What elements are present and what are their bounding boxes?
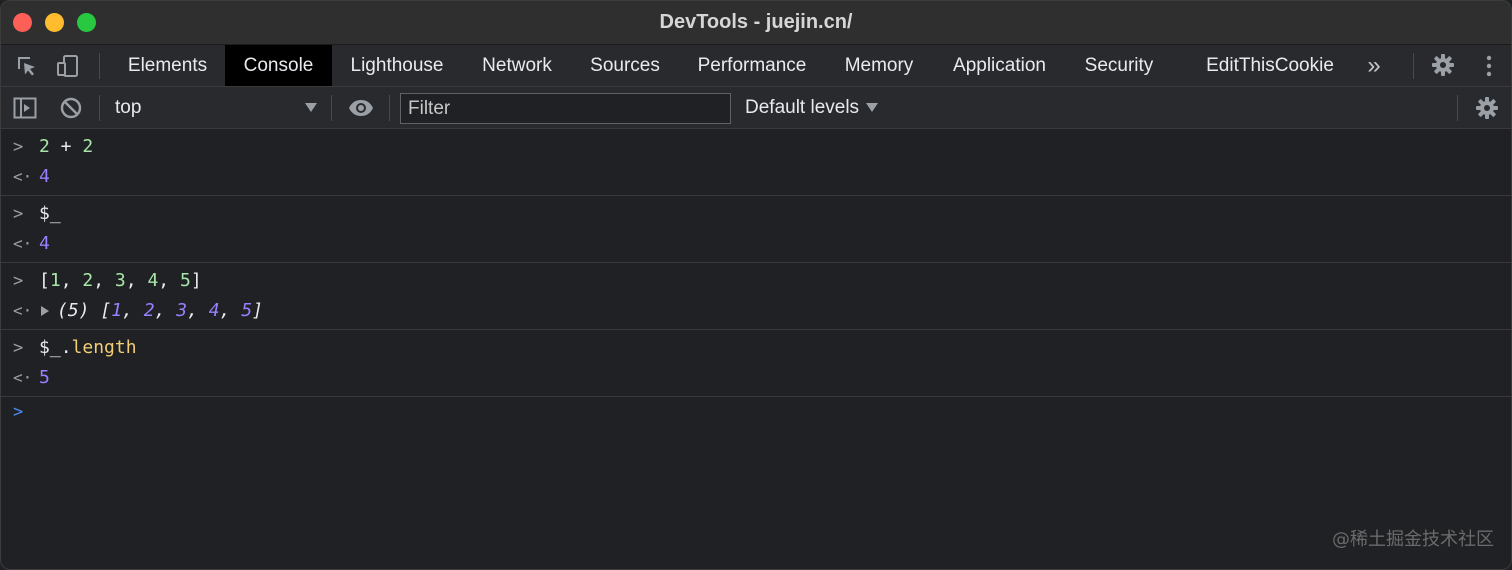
console-settings-gear-icon[interactable]: [1475, 96, 1499, 120]
input-chevron-icon: >: [13, 271, 24, 291]
console-result-line: <· (5) [1, 2, 3, 4, 5]: [1, 296, 1511, 326]
input-chevron-icon: >: [13, 137, 24, 157]
console-entry: > [1, 2, 3, 4, 5] <· (5) [1, 2, 3, 4, 5]: [1, 263, 1511, 330]
sidebar-toggle-icon[interactable]: [13, 96, 37, 120]
tab-lighthouse[interactable]: Lighthouse: [335, 45, 459, 86]
console-input-line[interactable]: > $_: [1, 199, 1511, 229]
result-arrow-icon: <·: [13, 167, 33, 186]
log-levels-label: Default levels: [745, 97, 860, 118]
console-result-line: <· 5: [1, 363, 1511, 393]
toolbar-separator: [1457, 95, 1458, 121]
device-toolbar-icon[interactable]: [56, 54, 80, 78]
prompt-chevron-icon: >: [13, 402, 24, 422]
watermark: @稀土掘金技术社区: [1332, 529, 1494, 550]
console-result-value: 5: [39, 367, 50, 388]
tab-sources[interactable]: Sources: [576, 45, 674, 86]
console-input-code: 2 + 2: [39, 136, 94, 157]
console-entry: > $_.length <· 5: [1, 330, 1511, 397]
live-expression-eye-icon[interactable]: [348, 96, 374, 120]
tab-editthiscookie[interactable]: EditThisCookie: [1193, 45, 1347, 86]
log-levels-dropdown[interactable]: Default levels: [745, 87, 859, 128]
console-result-line: <· 4: [1, 229, 1511, 259]
devtools-window: DevTools - juejin.cn/ Elements Console L…: [0, 0, 1512, 570]
console-entry: > 2 + 2 <· 4: [1, 129, 1511, 196]
tab-elements[interactable]: Elements: [111, 45, 224, 86]
console-input-code: [1, 2, 3, 4, 5]: [39, 270, 202, 291]
inspect-element-icon[interactable]: [15, 54, 39, 78]
tab-network[interactable]: Network: [463, 45, 571, 86]
toolbar-separator: [331, 95, 332, 121]
console-entry: > $_ <· 4: [1, 196, 1511, 263]
expand-triangle-icon[interactable]: [41, 306, 49, 316]
console-result-value: 4: [39, 166, 50, 187]
console-toolbar: top Default levels: [1, 87, 1511, 129]
console-prompt[interactable]: >: [1, 397, 1511, 427]
input-chevron-icon: >: [13, 204, 24, 224]
title-bar: DevTools - juejin.cn/: [1, 1, 1511, 45]
window-title: DevTools - juejin.cn/: [659, 11, 853, 33]
panel-tab-bar: Elements Console Lighthouse Network Sour…: [1, 45, 1511, 87]
chevron-down-icon: [305, 103, 317, 112]
console-input-line[interactable]: > $_.length: [1, 333, 1511, 363]
chevron-down-icon: [866, 103, 878, 112]
array-preview[interactable]: (5) [1, 2, 3, 4, 5]: [57, 296, 263, 326]
context-value: top: [115, 97, 142, 118]
console-output: > 2 + 2 <· 4 > $_ <· 4 > [1, 2, 3, 4, 5]: [1, 129, 1511, 569]
clear-console-icon[interactable]: [59, 96, 83, 120]
input-chevron-icon: >: [13, 338, 24, 358]
result-arrow-icon: <·: [13, 368, 33, 387]
console-input-code: $_.length: [39, 337, 137, 358]
settings-gear-icon[interactable]: [1431, 53, 1455, 77]
console-result-value: 4: [39, 233, 50, 254]
tab-memory[interactable]: Memory: [830, 45, 928, 86]
tab-console[interactable]: Console: [225, 45, 332, 86]
tabbar-separator: [1413, 53, 1414, 79]
tab-application[interactable]: Application: [938, 45, 1061, 86]
javascript-context-select[interactable]: top: [105, 87, 327, 128]
result-arrow-icon: <·: [13, 234, 33, 253]
tab-security[interactable]: Security: [1071, 45, 1167, 86]
filter-input[interactable]: [400, 93, 731, 124]
toolbar-separator: [99, 95, 100, 121]
console-result-line: <· 4: [1, 162, 1511, 192]
tab-performance[interactable]: Performance: [683, 45, 821, 86]
more-options-kebab-icon[interactable]: [1477, 54, 1501, 78]
result-arrow-icon: <·: [13, 301, 33, 320]
tabbar-separator: [99, 53, 100, 79]
more-tabs-button[interactable]: »: [1357, 45, 1391, 86]
console-input-code: $_: [39, 203, 61, 224]
console-input-line[interactable]: > [1, 2, 3, 4, 5]: [1, 266, 1511, 296]
console-input-line[interactable]: > 2 + 2: [1, 132, 1511, 162]
toolbar-separator: [389, 95, 390, 121]
